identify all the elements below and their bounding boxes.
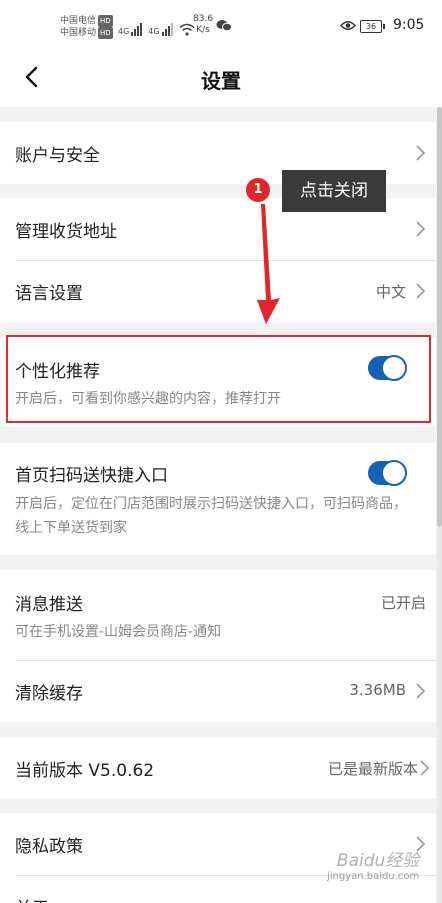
- signal-indicators: 4G 4G: [118, 16, 195, 36]
- scan-shortcut-description: 开启后，定位在门店范围时展示扫码送快捷入口，可扫码商品，线上下单送货到家: [15, 496, 407, 536]
- page-title: 设置: [201, 69, 241, 93]
- callout-label: 点击关闭: [282, 170, 386, 212]
- settings-group-general: 管理收货地址 语言设置 中文: [0, 198, 436, 322]
- battery-level: 36: [365, 22, 377, 31]
- carrier-info: 中国电信 HD 中国移动 HD: [60, 15, 113, 39]
- push-row[interactable]: 消息推送 已开启 可在手机设置-山姆会员商店-通知: [0, 570, 436, 660]
- chevron-right-icon: [420, 760, 430, 776]
- signal-icon: [131, 22, 143, 36]
- battery-icon: 36: [360, 20, 385, 33]
- scrollbar[interactable]: [437, 107, 442, 903]
- hd-badge: HD: [98, 27, 113, 39]
- version-row[interactable]: 当前版本 V5.0.62 已是最新版本: [0, 737, 436, 799]
- scan-shortcut-label: 首页扫码送快捷入口: [15, 466, 168, 486]
- network-type-1: 4G: [118, 27, 130, 36]
- settings-group-scan: 首页扫码送快捷入口 开启后，定位在门店范围时展示扫码送快捷入口，可扫码商品，线上…: [0, 443, 436, 555]
- hd-badge: HD: [98, 15, 113, 27]
- status-bar: 中国电信 HD 中国移动 HD 4G 4G 83.6 K/s 36 9:05: [0, 0, 442, 52]
- settings-group-version: 当前版本 V5.0.62 已是最新版本: [0, 737, 436, 799]
- watermark: Baidu经验 jingyan.baidu.com: [327, 846, 419, 882]
- step-badge: 1: [246, 178, 270, 202]
- nav-header: 设置: [0, 52, 442, 107]
- push-label: 消息推送: [15, 595, 83, 615]
- chevron-right-icon: [416, 221, 426, 237]
- carrier-2: 中国移动: [60, 28, 97, 38]
- address-label: 管理收货地址: [15, 222, 117, 242]
- privacy-label: 隐私政策: [15, 837, 83, 857]
- scan-shortcut-toggle[interactable]: [368, 460, 407, 486]
- chevron-right-icon: [416, 283, 426, 299]
- scrollbar-thumb[interactable]: [437, 107, 442, 527]
- language-row[interactable]: 语言设置 中文: [0, 260, 436, 322]
- version-status: 已是最新版本: [327, 760, 418, 778]
- watermark-main: Baidu经验: [336, 851, 420, 871]
- clock: 9:05: [393, 17, 425, 33]
- network-speed: 83.6 K/s: [193, 14, 213, 36]
- speed-unit: K/s: [196, 25, 210, 35]
- version-label: 当前版本 V5.0.62: [15, 761, 155, 781]
- about-label: 关于: [15, 894, 49, 903]
- push-value: 已开启: [380, 594, 426, 612]
- signal-icon: [161, 22, 173, 36]
- arrow-down-icon: [257, 204, 280, 324]
- watermark-sub: jingyan.baidu.com: [327, 871, 420, 882]
- push-description: 可在手机设置-山姆会员商店-通知: [15, 624, 222, 640]
- cache-size: 3.36MB: [349, 681, 406, 699]
- wechat-icon: [216, 20, 232, 32]
- language-label: 语言设置: [15, 284, 83, 304]
- highlight-box: [6, 335, 431, 423]
- clear-cache-label: 清除缓存: [15, 684, 83, 704]
- account-security-label: 账户与安全: [15, 146, 100, 166]
- chevron-right-icon: [416, 683, 426, 699]
- chevron-right-icon: [416, 145, 426, 161]
- network-type-2: 4G: [148, 27, 160, 36]
- speed-value: 83.6: [193, 14, 214, 24]
- settings-group-notifications: 消息推送 已开启 可在手机设置-山姆会员商店-通知 清除缓存 3.36MB: [0, 570, 436, 722]
- eye-icon: [340, 21, 356, 30]
- clear-cache-row[interactable]: 清除缓存 3.36MB: [0, 660, 436, 722]
- carrier-1: 中国电信: [60, 16, 97, 26]
- language-value: 中文: [375, 283, 406, 301]
